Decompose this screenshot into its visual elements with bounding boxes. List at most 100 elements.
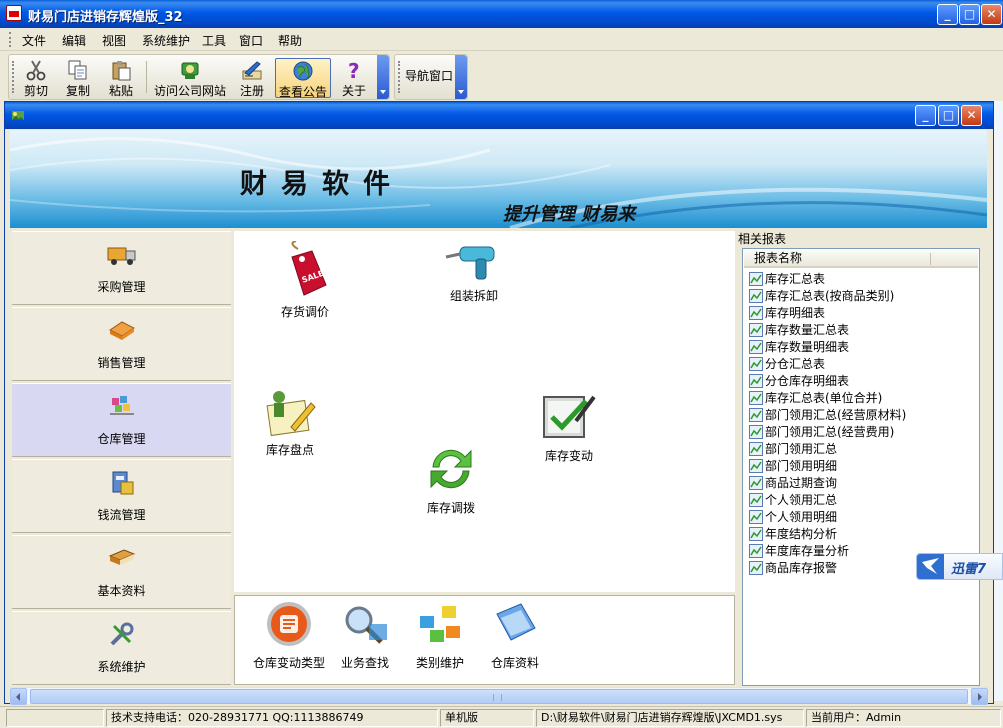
report-item[interactable]: 个人领用汇总 bbox=[749, 492, 837, 509]
report-item-label: 库存汇总表(按商品类别) bbox=[765, 289, 895, 303]
child-title-bar[interactable]: _ □ ✕ bbox=[5, 102, 993, 129]
tool-change-type[interactable]: 仓库变动类型 bbox=[249, 600, 329, 671]
minimize-button[interactable]: _ bbox=[937, 4, 958, 25]
copy-icon bbox=[68, 60, 87, 80]
report-item-label: 库存汇总表(单位合并) bbox=[765, 391, 883, 405]
reports-column-header-label: 报表名称 bbox=[754, 251, 803, 265]
report-item-label: 分仓库存明细表 bbox=[765, 374, 850, 388]
report-item[interactable]: 库存汇总表 bbox=[749, 271, 825, 288]
menu-view[interactable]: 视图 bbox=[102, 32, 126, 49]
report-item-label: 部门领用汇总(经营原材料) bbox=[765, 408, 907, 422]
visit-website-button[interactable]: 访问公司网站 bbox=[151, 58, 229, 98]
column-divider[interactable] bbox=[930, 253, 931, 265]
tool-category-maintenance[interactable]: 类别维护 bbox=[400, 600, 480, 671]
nav-item-sales[interactable]: 销售管理 bbox=[12, 307, 231, 381]
toolbar-overflow-chevron[interactable] bbox=[377, 55, 389, 99]
scroll-right-button[interactable] bbox=[971, 688, 988, 705]
nav-label-basic-data: 基本资料 bbox=[97, 584, 146, 598]
close-button[interactable]: ✕ bbox=[981, 4, 1002, 25]
copy-label: 复制 bbox=[65, 84, 90, 98]
report-chart-icon bbox=[749, 357, 763, 371]
function-assembly-label: 组装拆卸 bbox=[449, 289, 498, 303]
nav-item-basic-data[interactable]: 基本资料 bbox=[12, 535, 231, 609]
book-icon bbox=[108, 549, 135, 565]
main-toolbar: 剪切 复制 粘贴 访问公司网站 注册 查看公告 ? 关于 bbox=[8, 54, 390, 100]
about-button[interactable]: ? 关于 bbox=[337, 58, 371, 98]
toolbar-grip[interactable] bbox=[12, 61, 15, 93]
report-item[interactable]: 商品过期查询 bbox=[749, 475, 837, 492]
report-item[interactable]: 分仓汇总表 bbox=[749, 356, 825, 373]
change-type-icon bbox=[267, 602, 311, 646]
scroll-thumb[interactable] bbox=[30, 689, 968, 704]
transfer-arrows-icon bbox=[430, 449, 472, 489]
report-item[interactable]: 部门领用汇总(经营原材料) bbox=[749, 407, 906, 424]
sales-icon bbox=[108, 321, 135, 340]
report-item[interactable]: 库存明细表 bbox=[749, 305, 825, 322]
status-support: 技术支持电话：020-28931771 QQ:1113886749 bbox=[106, 709, 438, 727]
report-item[interactable]: 商品库存报警 bbox=[749, 560, 837, 577]
report-item-label: 部门领用汇总(经营费用) bbox=[765, 425, 895, 439]
child-maximize-button[interactable]: □ bbox=[938, 105, 959, 126]
xunlei-floating-widget[interactable]: 迅雷7 bbox=[916, 553, 1003, 580]
app-icon[interactable] bbox=[6, 5, 22, 21]
tool-business-search[interactable]: 业务查找 bbox=[325, 600, 405, 671]
nav-toolbar-overflow-chevron[interactable] bbox=[455, 55, 467, 99]
child-minimize-button[interactable]: _ bbox=[915, 105, 936, 126]
view-notice-button[interactable]: 查看公告 bbox=[275, 58, 331, 99]
menu-help[interactable]: 帮助 bbox=[278, 32, 302, 49]
banner-slogan: 提升管理 财易来 bbox=[503, 204, 636, 225]
child-close-button[interactable]: ✕ bbox=[961, 105, 982, 126]
report-item[interactable]: 库存汇总表(按商品类别) bbox=[749, 288, 894, 305]
menu-file[interactable]: 文件 bbox=[22, 32, 46, 49]
report-item[interactable]: 库存数量汇总表 bbox=[749, 322, 849, 339]
report-item[interactable]: 个人领用明细 bbox=[749, 509, 837, 526]
report-item[interactable]: 部门领用汇总(经营费用) bbox=[749, 424, 894, 441]
menu-edit[interactable]: 编辑 bbox=[62, 32, 86, 49]
cut-button[interactable]: 剪切 bbox=[19, 58, 53, 98]
drill-icon bbox=[445, 246, 495, 280]
function-stock-change[interactable]: 库存变动 bbox=[524, 391, 614, 464]
function-stocktake-label: 库存盘点 bbox=[265, 443, 314, 457]
menu-system[interactable]: 系统维护 bbox=[142, 32, 190, 49]
function-assembly[interactable]: 组装拆卸 bbox=[429, 241, 519, 304]
report-chart-icon bbox=[749, 544, 763, 558]
nav-toolbar-grip[interactable] bbox=[398, 61, 401, 93]
report-item[interactable]: 分仓库存明细表 bbox=[749, 373, 849, 390]
maximize-button[interactable]: □ bbox=[959, 4, 980, 25]
nav-window-label: 导航窗口 bbox=[404, 69, 453, 83]
report-chart-icon bbox=[749, 340, 763, 354]
menu-window[interactable]: 窗口 bbox=[239, 32, 263, 49]
toolbar-band: 剪切 复制 粘贴 访问公司网站 注册 查看公告 ? 关于 导航窗口 bbox=[0, 52, 1003, 101]
report-item[interactable]: 库存数量明细表 bbox=[749, 339, 849, 356]
tools-icon bbox=[110, 622, 133, 646]
paste-button[interactable]: 粘贴 bbox=[104, 58, 138, 98]
menu-tools[interactable]: 工具 bbox=[202, 32, 226, 49]
horizontal-scrollbar[interactable] bbox=[10, 687, 988, 705]
banner-title: 财易软件 bbox=[240, 169, 404, 200]
function-stocktake[interactable]: 库存盘点 bbox=[245, 385, 335, 458]
register-label: 注册 bbox=[239, 84, 264, 98]
nav-label-purchase: 采购管理 bbox=[97, 280, 146, 294]
tool-warehouse-data[interactable]: 仓库资料 bbox=[475, 600, 555, 671]
reports-column-header[interactable]: 报表名称 bbox=[744, 250, 978, 268]
nav-item-purchase[interactable]: 采购管理 bbox=[12, 231, 231, 305]
report-item[interactable]: 部门领用汇总 bbox=[749, 441, 837, 458]
main-title-bar[interactable]: 财易门店进销存辉煌版_32 _ □ ✕ bbox=[0, 0, 1003, 28]
copy-button[interactable]: 复制 bbox=[61, 58, 95, 98]
report-item-label: 分仓汇总表 bbox=[765, 357, 826, 371]
report-item-label: 商品过期查询 bbox=[765, 476, 838, 490]
reports-list[interactable]: 报表名称 库存汇总表 库存汇总表(按商品类别) 库存明细表 库存数量汇总表 库存数量明细… bbox=[742, 248, 980, 686]
report-item[interactable]: 部门领用明细 bbox=[749, 458, 837, 475]
menu-grip[interactable] bbox=[9, 32, 12, 47]
nav-item-system-maintenance[interactable]: 系统维护 bbox=[12, 611, 231, 685]
nav-item-warehouse[interactable]: 仓库管理 bbox=[12, 383, 231, 457]
report-chart-icon bbox=[749, 391, 763, 405]
report-item[interactable]: 年度结构分析 bbox=[749, 526, 837, 543]
function-price-adjust[interactable]: SALE 存货调价 bbox=[260, 241, 350, 320]
report-item[interactable]: 年度库存量分析 bbox=[749, 543, 849, 560]
nav-item-cashflow[interactable]: 钱流管理 bbox=[12, 459, 231, 533]
scroll-left-button[interactable] bbox=[10, 688, 27, 705]
register-button[interactable]: 注册 bbox=[235, 58, 269, 98]
function-transfer[interactable]: 库存调拨 bbox=[406, 443, 496, 516]
report-item[interactable]: 库存汇总表(单位合并) bbox=[749, 390, 882, 407]
